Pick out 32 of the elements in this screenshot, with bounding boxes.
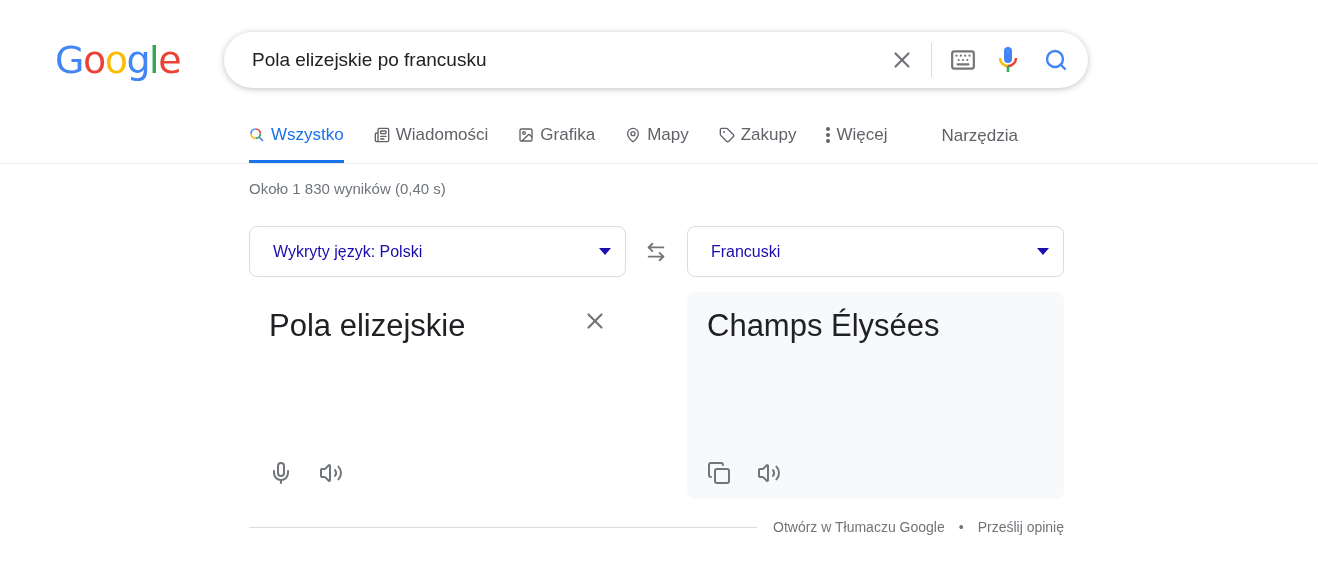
translation-text: Champs Élysées xyxy=(707,308,940,344)
search-tab[interactable]: Wszystko xyxy=(249,106,344,163)
speaker-icon[interactable] xyxy=(757,461,781,485)
search-field[interactable]: Pola elizejskie po francusku xyxy=(250,48,871,72)
microphone-icon[interactable] xyxy=(998,46,1018,74)
tag-icon xyxy=(718,126,735,143)
speaker-icon[interactable] xyxy=(319,461,343,485)
source-text: Pola elizejskie xyxy=(269,308,466,344)
keyboard-icon[interactable] xyxy=(950,47,976,73)
search-tab[interactable]: Więcej xyxy=(826,106,888,163)
search-tab[interactable]: Wiadomości xyxy=(373,106,489,163)
search-button[interactable] xyxy=(1044,48,1068,72)
caret-icon xyxy=(599,248,612,255)
image-icon xyxy=(518,126,535,143)
open-translate-link[interactable]: Otwórz w Tłumaczu Google xyxy=(773,519,945,535)
newspaper-icon xyxy=(373,126,390,143)
source-language-select[interactable]: Wykryty język: Polski xyxy=(249,226,627,277)
search-tab[interactable]: Mapy xyxy=(625,106,689,163)
map-pin-icon xyxy=(625,126,642,143)
source-text-area[interactable]: Pola elizejskie xyxy=(249,292,626,499)
search-icon xyxy=(249,126,265,143)
more-icon xyxy=(826,126,831,143)
feedback-link[interactable]: Prześlij opinię xyxy=(977,519,1064,535)
search-tab[interactable]: Grafika xyxy=(518,106,596,163)
tools-link[interactable]: Narzędzia xyxy=(941,106,1018,163)
caret-icon xyxy=(1037,248,1049,255)
target-language-select[interactable]: Francuski xyxy=(686,226,1064,277)
result-stats: Około 1 830 wyników (0,40 s) xyxy=(248,179,447,199)
search-tab[interactable]: Zakupy xyxy=(718,106,797,163)
separator-dot: • xyxy=(958,519,964,535)
copy-icon[interactable] xyxy=(707,461,731,485)
google-logo[interactable]: Google xyxy=(55,38,224,82)
